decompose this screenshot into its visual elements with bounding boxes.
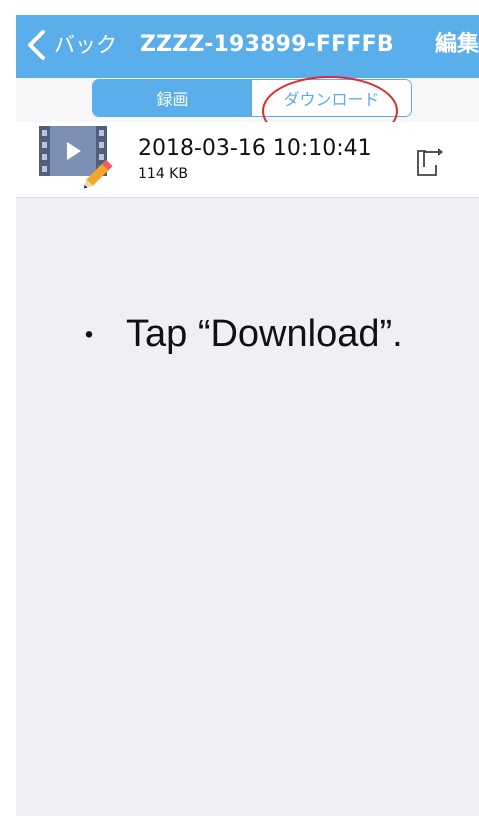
edit-button[interactable]: 編集 <box>435 30 479 60</box>
tab-download[interactable]: ダウンロード <box>252 80 411 116</box>
bullet-mark: ・ <box>74 320 104 353</box>
share-icon[interactable] <box>412 143 448 179</box>
navigation-bar: バック ZZZZ-193899-FFFFB 編集 <box>16 15 479 78</box>
instruction-text: ・ Tap “Download”. <box>74 310 403 361</box>
segment-bar: 録画 ダウンロード <box>16 78 479 122</box>
video-edit-icon <box>39 126 113 189</box>
file-size: 114 KB <box>138 166 188 182</box>
page-title: ZZZZ-193899-FFFFB <box>140 32 394 57</box>
segmented-control: 録画 ダウンロード <box>92 79 412 117</box>
tab-recording[interactable]: 録画 <box>93 80 252 116</box>
chevron-left-icon[interactable] <box>22 29 52 61</box>
back-button[interactable]: バック <box>54 31 117 59</box>
file-list-item[interactable]: 2018-03-16 10:10:41 114 KB <box>16 122 479 198</box>
phone-screen: バック ZZZZ-193899-FFFFB 編集 録画 ダウンロード 2018-… <box>16 15 479 816</box>
instruction-label: Tap “Download”. <box>126 313 403 355</box>
file-title: 2018-03-16 10:10:41 <box>138 136 372 161</box>
